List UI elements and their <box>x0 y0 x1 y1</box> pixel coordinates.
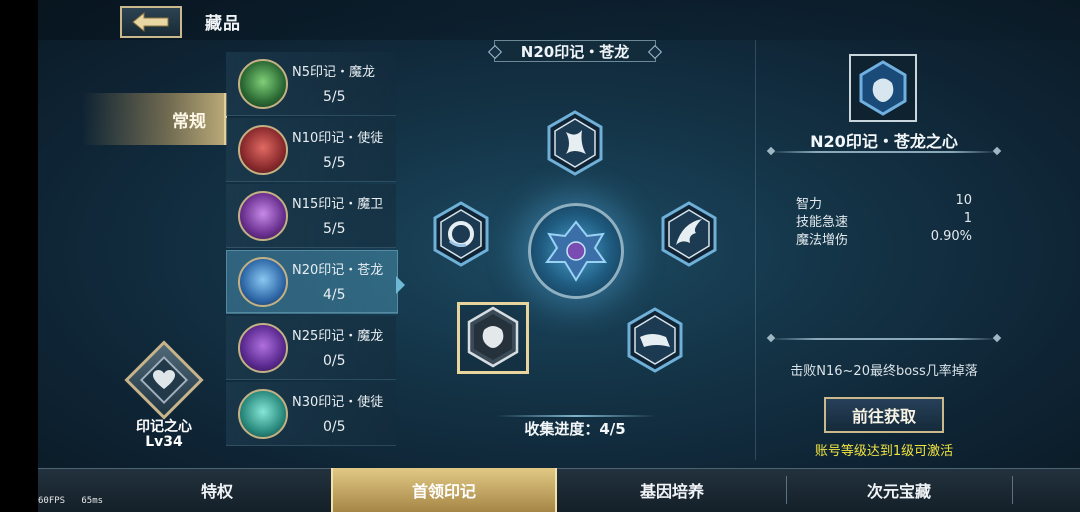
detail-icon <box>849 54 917 122</box>
stat-row: 魔法增伤 0.90% <box>796 229 972 248</box>
seal-core[interactable]: 印记之心 Lv34 <box>122 340 206 453</box>
seal-name: N5印记・魔龙 <box>292 65 375 80</box>
seal-item-n5[interactable]: N5印记・魔龙 5/5 <box>226 52 396 116</box>
seal-list: N5印记・魔龙 5/5 N10印记・使徒 5/5 N15印记・魔卫 5/5 N2… <box>226 52 398 452</box>
dragon-core-emblem[interactable] <box>528 203 624 299</box>
dragon-wing-icon <box>661 201 717 267</box>
collect-progress: 收集进度：4/5 <box>490 418 660 439</box>
fragment-slot-bottom-right[interactable] <box>626 307 684 373</box>
core-level: Lv34 <box>145 434 183 450</box>
seal-avatar <box>238 59 288 109</box>
dragon-claw-icon <box>547 110 603 176</box>
fragment-slot-right[interactable] <box>660 201 718 267</box>
seal-progress: 5/5 <box>323 89 346 105</box>
category-tab-regular[interactable]: 常规 <box>82 93 227 145</box>
activate-hint: 账号等级达到1级可激活 <box>814 444 954 459</box>
seal-name: N20印记・苍龙 <box>292 263 384 278</box>
seal-avatar <box>238 257 288 307</box>
collect-value: 4/5 <box>599 420 626 438</box>
goto-obtain-label: 前往获取 <box>851 407 916 426</box>
seal-avatar <box>238 125 288 175</box>
game-screen: 藏品 常规 印记之心 Lv34 N5印记・魔龙 5/5 N10印记・使徒 5/5… <box>0 0 1080 512</box>
dragon-icon <box>545 220 607 282</box>
seal-item-n15[interactable]: N15印记・魔卫 5/5 <box>226 184 396 248</box>
category-tab-label: 常规 <box>172 111 206 132</box>
stat-label: 魔法增伤 <box>796 233 849 248</box>
dragon-heart-icon <box>467 306 519 368</box>
seal-progress: 4/5 <box>323 287 346 303</box>
dragon-heart-icon <box>859 60 907 116</box>
collect-divider <box>496 415 656 417</box>
heart-icon <box>150 366 178 394</box>
detail-name: N20印记・苍龙之心 <box>810 132 958 151</box>
stat-value: 1 <box>963 211 972 226</box>
seal-name: N30印记・使徒 <box>292 395 384 410</box>
seal-item-n20[interactable]: N20印记・苍龙 4/5 <box>226 250 398 314</box>
tab-privilege[interactable]: 特权 <box>104 468 330 512</box>
detail-divider-bottom <box>770 338 998 340</box>
fps-overlay: 60FPS 65ms <box>38 496 103 506</box>
stat-row: 技能急速 1 <box>796 211 972 230</box>
fps-text: 60FPS <box>38 496 66 506</box>
seal-item-n30[interactable]: N30印记・使徒 0/5 <box>226 382 396 446</box>
active-indicator-icon <box>396 276 405 294</box>
seal-item-n25[interactable]: N25印记・魔龙 0/5 <box>226 316 396 380</box>
stat-label: 智力 <box>796 197 823 212</box>
center-title: N20印记・苍龙 <box>520 42 630 61</box>
dragon-coil-icon <box>433 201 489 267</box>
tab-label: 特权 <box>200 482 233 501</box>
stat-value: 0.90% <box>930 229 972 244</box>
seal-avatar <box>238 191 288 241</box>
header-bar <box>38 0 1080 40</box>
tab-label: 首领印记 <box>411 482 476 501</box>
seal-avatar <box>238 389 288 439</box>
seal-progress: 0/5 <box>323 419 346 435</box>
tab-boss-seal[interactable]: 首领印记 <box>331 468 557 512</box>
seal-name: N10印记・使徒 <box>292 131 384 146</box>
fragment-slot-top[interactable] <box>546 110 604 176</box>
core-name: 印记之心 <box>136 419 192 435</box>
drop-source-text: 击败N16~20最终boss几率掉落 <box>790 364 978 379</box>
tab-dimension-treasure[interactable]: 次元宝藏 <box>786 468 1012 512</box>
back-button[interactable] <box>120 6 182 38</box>
center-title-bar: N20印记・苍龙 <box>494 40 656 62</box>
seal-name: N25印记・魔龙 <box>292 329 384 344</box>
ms-text: 65ms <box>81 496 104 506</box>
page-title: 藏品 <box>205 14 241 34</box>
seal-progress: 5/5 <box>323 221 346 237</box>
fragment-slot-selected[interactable] <box>457 302 529 374</box>
tab-label: 次元宝藏 <box>866 482 931 501</box>
back-arrow-icon <box>132 11 169 33</box>
seal-progress: 0/5 <box>323 353 346 369</box>
tab-label: 基因培养 <box>639 482 704 501</box>
seal-progress: 5/5 <box>323 155 346 171</box>
collect-label: 收集进度： <box>524 420 600 438</box>
tab-gene-training[interactable]: 基因培养 <box>559 468 785 512</box>
seal-item-n10[interactable]: N10印记・使徒 5/5 <box>226 118 396 182</box>
left-edge-bar <box>0 0 38 512</box>
dragon-tail-icon <box>627 307 683 373</box>
fragment-slot-left[interactable] <box>432 201 490 267</box>
detail-divider-top <box>770 151 998 153</box>
stat-label: 技能急速 <box>796 215 849 230</box>
seal-avatar <box>238 323 288 373</box>
seal-name: N15印记・魔卫 <box>292 197 384 212</box>
goto-obtain-button[interactable]: 前往获取 <box>824 397 944 433</box>
stat-value: 10 <box>955 193 972 208</box>
tab-separator <box>1012 476 1013 504</box>
stat-row: 智力 10 <box>796 193 972 212</box>
